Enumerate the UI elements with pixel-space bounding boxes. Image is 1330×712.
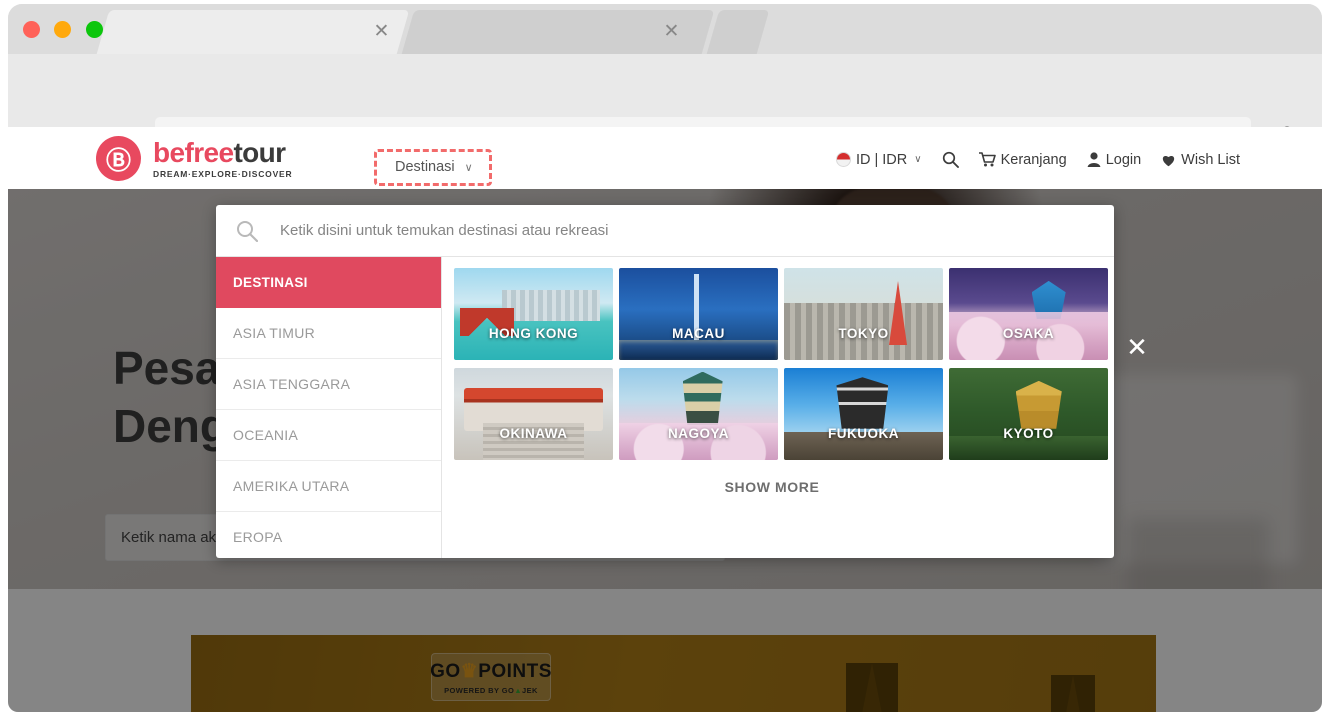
logo-text-block: befreetour DREAM·EXPLORE·DISCOVER: [153, 136, 293, 179]
logo-wordmark: befreetour: [153, 136, 292, 168]
login-button[interactable]: Login: [1087, 152, 1141, 168]
category-item-asia-timur[interactable]: ASIA TIMUR: [216, 308, 441, 359]
window-close-button[interactable]: [23, 21, 40, 38]
logo-tagline: DREAM·EXPLORE·DISCOVER: [153, 168, 293, 179]
destination-thumbnail: [454, 268, 613, 360]
destination-label: HONG KONG: [488, 326, 579, 341]
destination-thumbnail: [949, 268, 1108, 360]
chevron-down-icon: ∨: [914, 154, 922, 165]
destination-label: KYOTO: [1003, 426, 1054, 441]
destination-label: TOKYO: [838, 326, 889, 341]
destination-thumbnail: [619, 368, 778, 460]
heart-icon: [1163, 155, 1175, 166]
wishlist-label: Wish List: [1181, 151, 1240, 168]
category-item-destinasi[interactable]: DESTINASI: [216, 257, 441, 308]
page-viewport: Pesan Denga Ketik nama aktiv GO♛POINTS P…: [8, 127, 1322, 712]
destination-card-kyoto[interactable]: KYOTO: [949, 368, 1108, 460]
modal-close-icon[interactable]: ✕: [1121, 332, 1153, 364]
chevron-down-icon: ∨: [464, 161, 473, 174]
destination-card-fukuoka[interactable]: FUKUOKA: [784, 368, 943, 460]
destination-label: OSAKA: [1002, 326, 1055, 341]
destination-card-hong-kong[interactable]: HONG KONG: [454, 268, 613, 360]
category-list: DESTINASI ASIA TIMUR ASIA TENGGARA OCEAN…: [216, 257, 442, 558]
destination-thumbnail: [784, 368, 943, 460]
destination-card-macau[interactable]: MACAU: [619, 268, 778, 360]
destination-card-tokyo[interactable]: TOKYO: [784, 268, 943, 360]
logo-glyph: Ⓑ: [105, 147, 131, 175]
window-maximize-button[interactable]: [85, 21, 103, 38]
user-icon: [1087, 152, 1101, 167]
logo-word-part1: befree: [153, 136, 234, 168]
logo-mark-icon: Ⓑ: [96, 136, 141, 181]
new-tab-button[interactable]: [706, 10, 770, 54]
destination-panel: HONG KONG MACAU TOKYO OSAKA OKINAWA NAGO…: [442, 257, 1114, 558]
destinasi-dropdown-button[interactable]: Destinasi ∨: [374, 149, 492, 186]
tab-2-close-icon[interactable]: ✕: [663, 22, 680, 41]
destination-picker-modal: DESTINASI ASIA TIMUR ASIA TENGGARA OCEAN…: [216, 205, 1114, 558]
modal-body: DESTINASI ASIA TIMUR ASIA TENGGARA OCEAN…: [216, 257, 1114, 558]
flag-icon: [835, 152, 851, 167]
browser-tab-strip: ✕ ✕: [8, 4, 1322, 54]
category-item-eropa[interactable]: EROPA: [216, 512, 441, 558]
destination-thumbnail: [454, 368, 613, 460]
category-item-oceania[interactable]: OCEANIA: [216, 410, 441, 461]
destination-label: OKINAWA: [499, 426, 568, 441]
destination-thumbnail: [949, 368, 1108, 460]
header-nav: ID | IDR ∨ Keranjang Login Wish List: [816, 151, 1240, 168]
destination-label: NAGOYA: [667, 426, 729, 441]
destination-thumbnail: [619, 268, 778, 360]
show-more-button[interactable]: SHOW MORE: [442, 479, 1102, 495]
cart-label: Keranjang: [1000, 151, 1067, 168]
header-search-button[interactable]: [942, 151, 959, 168]
destination-card-osaka[interactable]: OSAKA: [949, 268, 1108, 360]
search-icon: [237, 220, 258, 242]
category-item-asia-tenggara[interactable]: ASIA TENGGARA: [216, 359, 441, 410]
category-item-amerika-utara[interactable]: AMERIKA UTARA: [216, 461, 441, 512]
destination-label: FUKUOKA: [828, 426, 899, 441]
cart-button[interactable]: Keranjang: [978, 151, 1067, 168]
destinasi-label: Destinasi: [395, 159, 455, 175]
destination-card-nagoya[interactable]: NAGOYA: [619, 368, 778, 460]
locale-label: ID | IDR: [855, 151, 908, 168]
site-logo[interactable]: Ⓑ befreetour DREAM·EXPLORE·DISCOVER: [96, 136, 292, 181]
destination-search-input[interactable]: [280, 222, 1114, 239]
search-icon: [942, 151, 959, 168]
logo-word-part2: tour: [233, 136, 286, 168]
cart-icon: [978, 152, 996, 167]
tab-1-close-icon[interactable]: ✕: [373, 22, 390, 41]
site-header: Ⓑ befreetour DREAM·EXPLORE·DISCOVER Dest…: [8, 127, 1322, 189]
login-label: Login: [1105, 151, 1142, 168]
destination-card-okinawa[interactable]: OKINAWA: [454, 368, 613, 460]
destination-label: MACAU: [672, 326, 725, 341]
window-minimize-button[interactable]: [54, 21, 72, 38]
wishlist-button[interactable]: Wish List: [1161, 152, 1240, 168]
destination-thumbnail: [784, 268, 943, 360]
locale-selector[interactable]: ID | IDR ∨: [835, 151, 922, 168]
window-traffic-lights: [23, 21, 113, 43]
browser-toolbar: [8, 54, 1322, 164]
browser-window: ✕ ✕ Pesan Denga Ketik nama aktiv GO♛POIN…: [8, 4, 1322, 712]
browser-tab-1[interactable]: [96, 10, 410, 54]
modal-search-row: [216, 205, 1114, 257]
destination-grid: HONG KONG MACAU TOKYO OSAKA OKINAWA NAGO…: [454, 268, 1114, 460]
